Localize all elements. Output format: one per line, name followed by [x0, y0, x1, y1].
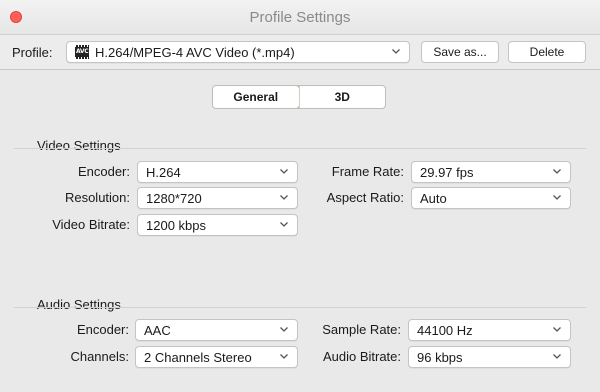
audio-encoder-label: Encoder: — [76, 322, 129, 337]
chevron-down-icon — [279, 192, 289, 202]
video-bitrate-value: 1200 kbps — [146, 218, 206, 233]
video-section-divider — [14, 148, 586, 149]
chevron-down-icon — [552, 351, 562, 361]
chevron-down-icon — [279, 324, 289, 334]
profile-select[interactable]: AVC H.264/MPEG-4 AVC Video (*.mp4) — [66, 41, 410, 63]
settings-panel: General 3D Video Settings Encoder: H.264… — [0, 70, 600, 392]
profile-select-value: H.264/MPEG-4 AVC Video (*.mp4) — [95, 45, 295, 60]
resolution-select[interactable]: 1280*720 — [137, 187, 298, 209]
audio-bitrate-value: 96 kbps — [417, 350, 463, 365]
chevron-down-icon — [279, 219, 289, 229]
window-title: Profile Settings — [249, 9, 351, 26]
video-bitrate-label: Video Bitrate: — [52, 217, 130, 232]
channels-select[interactable]: 2 Channels Stereo — [135, 346, 298, 368]
audio-settings-title: Audio Settings — [37, 297, 121, 312]
profile-label: Profile: — [12, 45, 53, 60]
delete-button[interactable]: Delete — [508, 41, 586, 63]
aspect-ratio-label: Aspect Ratio: — [326, 190, 404, 205]
frame-rate-label: Frame Rate: — [331, 164, 404, 179]
frame-rate-value: 29.97 fps — [420, 165, 474, 180]
sample-rate-label: Sample Rate: — [322, 322, 401, 337]
chevron-down-icon — [552, 192, 562, 202]
sample-rate-select[interactable]: 44100 Hz — [408, 319, 571, 341]
tab-3d[interactable]: 3D — [300, 86, 386, 108]
sample-rate-value: 44100 Hz — [417, 323, 473, 338]
video-bitrate-select[interactable]: 1200 kbps — [137, 214, 298, 236]
video-encoder-select[interactable]: H.264 — [137, 161, 298, 183]
audio-bitrate-select[interactable]: 96 kbps — [408, 346, 571, 368]
tab-general[interactable]: General — [213, 86, 300, 108]
channels-label: Channels: — [70, 349, 129, 364]
save-as-button[interactable]: Save as... — [421, 41, 499, 63]
audio-encoder-value: AAC — [144, 323, 171, 338]
audio-bitrate-label: Audio Bitrate: — [322, 349, 401, 364]
audio-encoder-select[interactable]: AAC — [135, 319, 298, 341]
audio-section-divider — [14, 307, 586, 308]
chevron-down-icon — [552, 324, 562, 334]
video-settings-title: Video Settings — [37, 138, 121, 153]
chevron-down-icon — [391, 46, 401, 56]
aspect-ratio-value: Auto — [420, 191, 447, 206]
channels-value: 2 Channels Stereo — [144, 350, 252, 365]
video-encoder-value: H.264 — [146, 165, 181, 180]
resolution-label: Resolution: — [64, 190, 130, 205]
frame-rate-select[interactable]: 29.97 fps — [411, 161, 571, 183]
video-encoder-label: Encoder: — [77, 164, 130, 179]
aspect-ratio-select[interactable]: Auto — [411, 187, 571, 209]
chevron-down-icon — [279, 166, 289, 176]
avc-icon: AVC — [75, 45, 89, 59]
resolution-value: 1280*720 — [146, 191, 202, 206]
title-bar: Profile Settings — [0, 0, 600, 35]
chevron-down-icon — [552, 166, 562, 176]
tab-switcher: General 3D — [212, 85, 386, 109]
chevron-down-icon — [279, 351, 289, 361]
